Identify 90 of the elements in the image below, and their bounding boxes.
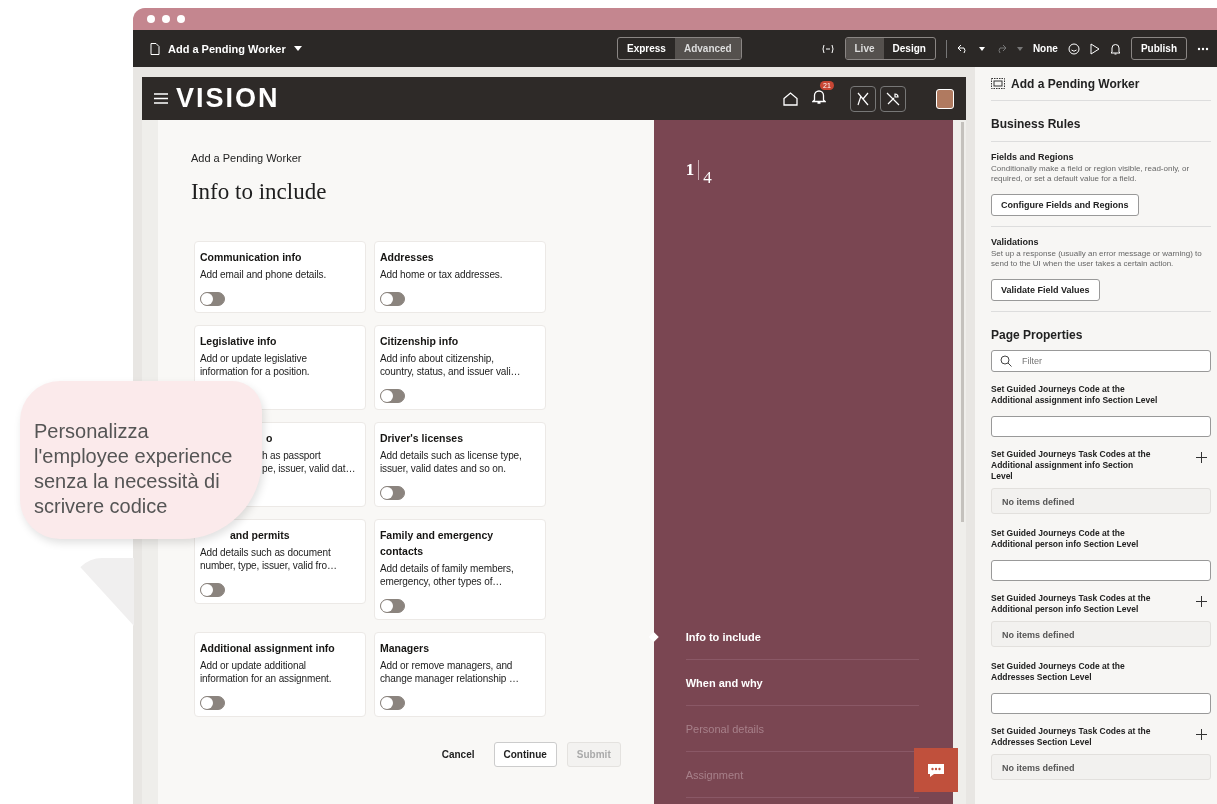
step-item[interactable]: When and why	[685, 676, 763, 689]
page-heading: Info to include	[190, 179, 328, 205]
play-icon[interactable]	[1089, 42, 1100, 55]
chat-icon	[927, 762, 945, 778]
field-label: Set Guided Journeys Code at the Additional person info Section Level	[991, 528, 1139, 550]
run-button[interactable]	[850, 85, 876, 112]
code-icon[interactable]	[820, 43, 835, 54]
window-dot[interactable]	[162, 15, 170, 23]
card-title: Communication info	[199, 250, 303, 265]
page-title[interactable]: Add a Pending Worker	[168, 42, 286, 55]
field-label: Set Guided Journeys Code at the Addresses Section Level	[991, 661, 1125, 683]
card-description: Add or update additional information for an assignment.	[199, 659, 333, 685]
toggle-switch[interactable]	[379, 292, 405, 306]
bell-icon[interactable]	[1109, 42, 1121, 55]
window-dot[interactable]	[147, 15, 155, 23]
card-title: and permits	[229, 528, 290, 543]
step-number: 1	[685, 160, 695, 180]
card-title: Citizenship info	[379, 334, 460, 349]
logo: VISION	[176, 83, 280, 114]
group-description: Conditionally make a field or region visible, read-only, or required, or set a default value for a field.	[991, 164, 1191, 184]
empty-list: No items defined	[991, 621, 1211, 647]
page-caption: Add a Pending Worker	[190, 152, 303, 164]
mode-tab[interactable]: Express	[618, 38, 675, 59]
text-field[interactable]	[991, 693, 1211, 714]
toggle-switch[interactable]	[199, 292, 225, 306]
field-label: Set Guided Journeys Code at the Additional assignment info Section Level	[991, 384, 1158, 406]
panel-title: Add a Pending Worker	[1011, 76, 1140, 91]
card-description: Add email and phone details.	[199, 268, 328, 281]
group-title: Fields and Regions	[991, 152, 1075, 162]
document-icon	[150, 42, 160, 55]
footer-button[interactable]: Continue	[493, 742, 557, 767]
toggle-switch[interactable]	[379, 486, 405, 500]
filter-field[interactable]: Filter	[991, 350, 1211, 372]
card-title: Additional assignment info	[199, 641, 336, 656]
card-description: Add info about citizenship, country, status, and issuer vali…	[379, 352, 522, 378]
smiley-icon[interactable]	[1067, 42, 1080, 55]
step-item[interactable]: Info to include	[685, 630, 761, 643]
avatar[interactable]	[936, 88, 954, 109]
toggle-switch[interactable]	[379, 696, 405, 710]
field-label: Set Guided Journeys Task Codes at the Addresses Section Level	[991, 726, 1151, 748]
toggle-switch[interactable]	[379, 599, 405, 613]
card-title: Addresses	[379, 250, 435, 265]
scrollbar[interactable]	[953, 120, 966, 804]
group-title: Validations	[991, 237, 1040, 247]
menu-icon[interactable]	[154, 93, 168, 104]
window-dot[interactable]	[177, 15, 185, 23]
region-icon	[991, 78, 1005, 89]
card-description: h as passport pe, issuer, valid dat…	[261, 449, 356, 475]
card-description: Add details such as document number, type, issuer, valid fro…	[199, 546, 338, 572]
toggle-switch[interactable]	[199, 583, 225, 597]
card-title: Managers	[379, 641, 430, 656]
field-label: Set Guided Journeys Task Codes at the Additional assignment info Section Level	[991, 449, 1151, 482]
text-field[interactable]	[991, 560, 1211, 581]
publish-button[interactable]: Publish	[1130, 37, 1187, 60]
view-tab[interactable]: Live	[845, 38, 884, 59]
text-field[interactable]	[991, 416, 1211, 437]
mode-tab[interactable]: Advanced	[674, 38, 741, 59]
caret-icon[interactable]	[978, 46, 985, 51]
home-icon[interactable]	[783, 91, 798, 106]
step-total: 4	[703, 168, 712, 188]
caret-icon[interactable]	[293, 46, 302, 51]
toggle-switch[interactable]	[199, 696, 225, 710]
card-title: Driver's licenses	[379, 431, 464, 446]
undo-icon[interactable]	[956, 43, 969, 54]
action-button[interactable]: Validate Field Values	[991, 279, 1100, 301]
cancel-link[interactable]: Cancel	[432, 743, 484, 766]
field-label: Set Guided Journeys Task Codes at the Additional person info Section Level	[991, 593, 1151, 615]
filter-input[interactable]: Filter	[1020, 355, 1170, 367]
section-heading: Business Rules	[991, 101, 1211, 142]
sandbox-label[interactable]: None	[1032, 43, 1058, 54]
chat-button[interactable]	[914, 748, 958, 792]
card-title: o	[265, 431, 273, 446]
view-tab[interactable]: Design	[883, 38, 935, 59]
bell-icon[interactable]	[812, 89, 826, 104]
empty-list: No items defined	[991, 754, 1211, 780]
empty-list: No items defined	[991, 488, 1211, 514]
card-title: Family and emergency contacts	[379, 528, 495, 559]
search-icon	[1000, 355, 1012, 367]
card-description: Add details of family members, emergency, other types of…	[379, 562, 515, 588]
card-description: Add or update legislative information for a position.	[199, 352, 311, 378]
action-button[interactable]: Configure Fields and Regions	[991, 194, 1139, 216]
card-description: Add home or tax addresses.	[379, 268, 504, 281]
section-heading: Page Properties	[991, 327, 1084, 344]
more-icon[interactable]	[1197, 46, 1209, 51]
card-description: Add details such as license type, issuer, valid dates and so on.	[379, 449, 523, 475]
toggle-switch[interactable]	[379, 389, 405, 403]
tools-button[interactable]	[880, 85, 906, 112]
group-description: Set up a response (usually an error message or warning) to send to the UI when the user takes a certain action.	[991, 249, 1203, 269]
card-title: Legislative info	[199, 334, 278, 349]
card-description: Add or remove managers, and change manager relationship …	[379, 659, 520, 685]
